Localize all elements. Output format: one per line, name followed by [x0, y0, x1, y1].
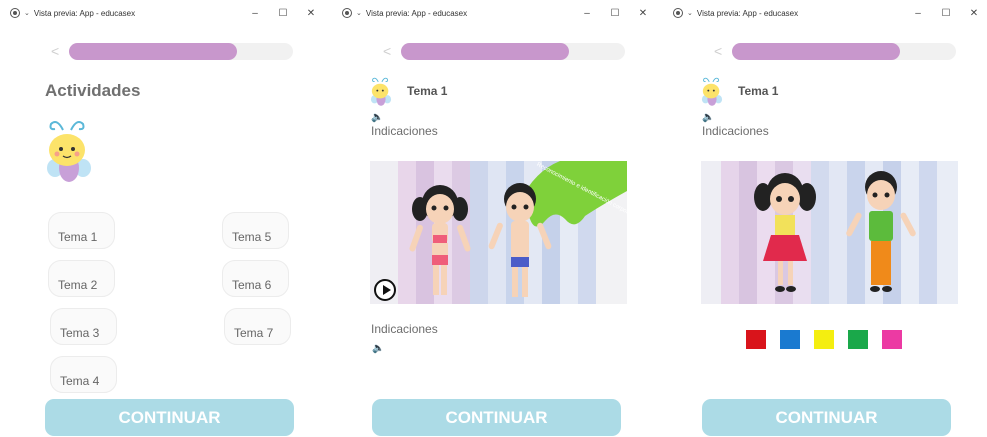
speaker-icon[interactable]: 🔈	[371, 112, 383, 123]
back-button[interactable]: <	[714, 43, 722, 59]
indicaciones-label: Indicaciones	[371, 124, 438, 138]
progress-bar	[69, 43, 293, 60]
color-swatch-green[interactable]	[848, 330, 868, 349]
app-icon	[342, 8, 352, 18]
butterfly-mascot-icon	[370, 77, 392, 106]
coloring-illustration[interactable]	[701, 161, 958, 304]
progress-fill	[69, 43, 237, 60]
preview-window-tema-colores: ⌄ Vista previa: App - educasex – ☐ ✕ < T…	[666, 0, 987, 437]
preview-window-actividades: ⌄ Vista previa: App - educasex – ☐ ✕ < A…	[3, 0, 325, 437]
chevron-down-icon[interactable]: ⌄	[356, 9, 362, 17]
speaker-icon[interactable]: 🔈	[702, 112, 714, 123]
color-swatch-blue[interactable]	[780, 330, 800, 349]
chevron-down-icon[interactable]: ⌄	[24, 9, 30, 17]
play-icon[interactable]	[374, 279, 396, 301]
progress-bar	[401, 43, 625, 60]
color-swatch-yellow[interactable]	[814, 330, 834, 349]
indicaciones-label-bottom: Indicaciones	[371, 322, 438, 336]
tema-5-button[interactable]: Tema 5	[222, 212, 289, 249]
tema-4-button[interactable]: Tema 4	[50, 356, 117, 393]
maximize-button[interactable]: ☐	[269, 0, 297, 26]
back-button[interactable]: <	[383, 43, 391, 59]
title-bar: ⌄ Vista previa: App - educasex – ☐ ✕	[666, 0, 987, 26]
close-button[interactable]: ✕	[960, 0, 987, 26]
close-button[interactable]: ✕	[629, 0, 657, 26]
back-button[interactable]: <	[51, 43, 59, 59]
tema-title: Tema 1	[407, 84, 448, 98]
preview-window-tema-video: ⌄ Vista previa: App - educasex – ☐ ✕ < T…	[335, 0, 657, 437]
tema-2-button[interactable]: Tema 2	[48, 260, 115, 297]
indicaciones-label: Indicaciones	[702, 124, 769, 138]
window-title: Vista previa: App - educasex	[365, 8, 468, 18]
page-title: Actividades	[45, 81, 141, 100]
minimize-button[interactable]: –	[904, 0, 932, 26]
preview-screens: ⌄ Vista previa: App - educasex – ☐ ✕ < A…	[0, 0, 987, 437]
minimize-button[interactable]: –	[573, 0, 601, 26]
tema-3-button[interactable]: Tema 3	[50, 308, 117, 345]
butterfly-mascot-icon	[47, 121, 91, 182]
title-bar: ⌄ Vista previa: App - educasex – ☐ ✕	[335, 0, 657, 26]
tema-7-button[interactable]: Tema 7	[224, 308, 291, 345]
progress-fill	[732, 43, 900, 60]
continue-button[interactable]: CONTINUAR	[702, 399, 951, 436]
maximize-button[interactable]: ☐	[601, 0, 629, 26]
chevron-down-icon[interactable]: ⌄	[687, 9, 693, 17]
color-swatch-pink[interactable]	[882, 330, 902, 349]
tema-title: Tema 1	[738, 84, 779, 98]
tema-6-button[interactable]: Tema 6	[222, 260, 289, 297]
maximize-button[interactable]: ☐	[932, 0, 960, 26]
continue-button[interactable]: CONTINUAR	[372, 399, 621, 436]
progress-bar	[732, 43, 956, 60]
butterfly-mascot-icon	[701, 77, 723, 106]
app-icon	[673, 8, 683, 18]
continue-button[interactable]: CONTINUAR	[45, 399, 294, 436]
tema-1-button[interactable]: Tema 1	[48, 212, 115, 249]
children-illustration: Reconocimiento e identificación corporal	[370, 161, 627, 304]
dressed-children-illustration	[701, 161, 958, 304]
close-button[interactable]: ✕	[297, 0, 325, 26]
color-swatch-red[interactable]	[746, 330, 766, 349]
app-icon	[10, 8, 20, 18]
window-title: Vista previa: App - educasex	[696, 8, 799, 18]
window-title: Vista previa: App - educasex	[33, 8, 136, 18]
video-thumbnail[interactable]: Reconocimiento e identificación corporal	[370, 161, 627, 304]
progress-fill	[401, 43, 569, 60]
speaker-icon[interactable]: 🔈	[372, 343, 384, 354]
title-bar: ⌄ Vista previa: App - educasex – ☐ ✕	[3, 0, 325, 26]
minimize-button[interactable]: –	[241, 0, 269, 26]
